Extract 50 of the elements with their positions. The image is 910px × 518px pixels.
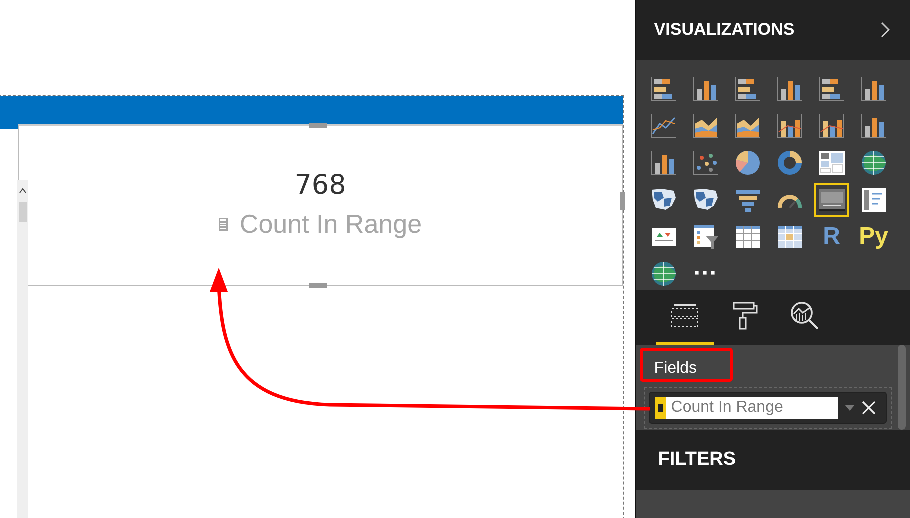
slicer-icon bbox=[692, 223, 720, 251]
visual-type-button[interactable] bbox=[814, 183, 850, 217]
bar-chart-icon bbox=[818, 75, 846, 103]
combo-chart-icon bbox=[818, 112, 846, 140]
scroll-up-icon[interactable] bbox=[18, 188, 26, 194]
close-icon[interactable] bbox=[862, 401, 876, 415]
combo-chart-icon bbox=[776, 112, 804, 140]
fields-icon bbox=[670, 302, 700, 330]
list-icon bbox=[860, 186, 888, 214]
card-icon bbox=[818, 186, 846, 214]
table-icon bbox=[734, 223, 762, 251]
card-visual[interactable]: 768 Count In Range bbox=[18, 124, 623, 286]
measure-icon bbox=[655, 397, 666, 419]
area-chart-icon bbox=[734, 112, 762, 140]
visual-type-button[interactable]: ··· bbox=[688, 257, 724, 291]
line-chart-icon bbox=[650, 112, 678, 140]
card-label: Count In Range bbox=[240, 209, 422, 240]
scrollbar-thumb[interactable] bbox=[18, 202, 26, 222]
bar-chart-icon bbox=[734, 75, 762, 103]
scatter-chart-icon bbox=[692, 149, 720, 177]
matrix-icon bbox=[776, 223, 804, 251]
globe-icon bbox=[860, 149, 888, 177]
globe-icon bbox=[650, 260, 678, 288]
analytics-icon bbox=[789, 300, 822, 332]
scrollbar[interactable] bbox=[17, 180, 28, 518]
scrollbar[interactable] bbox=[898, 345, 906, 430]
treemap-icon bbox=[818, 149, 846, 177]
column-chart-icon bbox=[860, 112, 888, 140]
donut-chart-icon bbox=[776, 149, 804, 177]
resize-handle[interactable] bbox=[620, 192, 625, 210]
resize-handle[interactable] bbox=[309, 283, 327, 288]
filters-title: FILTERS bbox=[658, 449, 736, 471]
visual-label: ··· bbox=[694, 260, 718, 288]
area-chart-icon bbox=[692, 112, 720, 140]
field-name: Count In Range bbox=[666, 397, 838, 419]
card-value: 768 bbox=[294, 172, 346, 199]
dropdown-icon[interactable] bbox=[844, 404, 856, 412]
fields-label: Fields bbox=[654, 359, 697, 379]
visual-type-button[interactable]: R bbox=[814, 220, 850, 254]
column-chart-icon bbox=[692, 75, 720, 103]
visual-label: R bbox=[823, 223, 840, 251]
pie-chart-icon bbox=[734, 149, 762, 177]
bar-chart-icon bbox=[650, 75, 678, 103]
pane-title: VISUALIZATIONS bbox=[654, 20, 795, 40]
resize-handle[interactable] bbox=[309, 123, 327, 128]
chevron-right-icon[interactable] bbox=[880, 22, 890, 38]
column-chart-icon bbox=[776, 75, 804, 103]
column-chart-icon bbox=[650, 149, 678, 177]
column-chart-icon bbox=[860, 75, 888, 103]
calculator-icon bbox=[218, 218, 228, 231]
